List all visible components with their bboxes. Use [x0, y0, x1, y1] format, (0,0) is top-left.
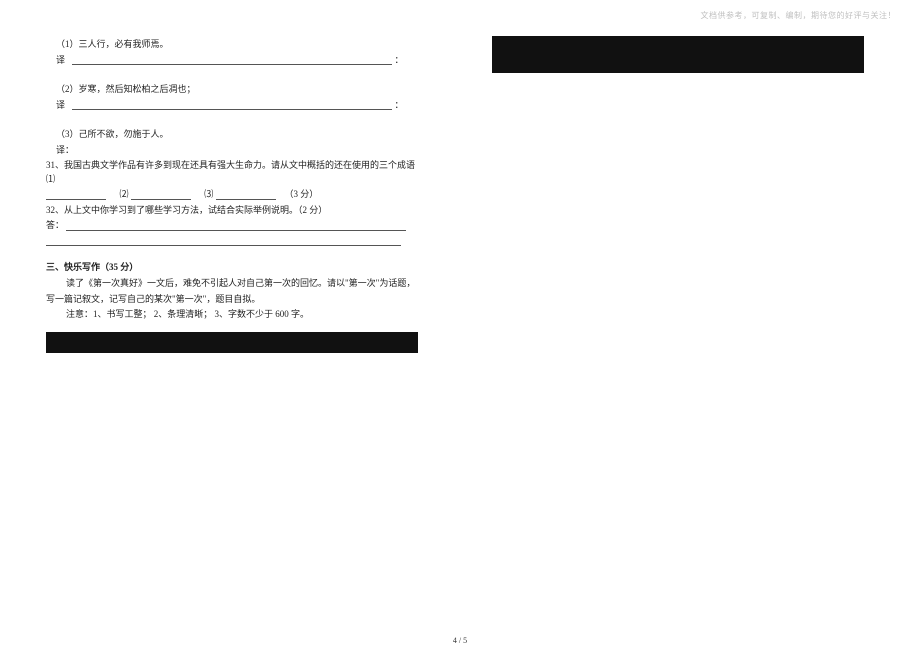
- blank-line[interactable]: [72, 100, 392, 110]
- q31-line-b: ⑵ ⑶ （3 分）: [46, 188, 418, 202]
- blank-idiom-3[interactable]: [216, 190, 276, 200]
- left-column: （1）三人行，必有我师焉。 译 ： （2）岁寒，然后知松柏之后凋也； 译 ： （…: [46, 36, 418, 353]
- manuscript-grid-left[interactable]: [46, 332, 418, 353]
- page-number: 4 / 5: [453, 636, 467, 645]
- q3-sentence: （3）己所不欲，勿施于人。: [46, 128, 418, 142]
- q32-line: 32、从上文中你学习到了哪些学习方法，试结合实际举例说明。（2 分）: [46, 204, 418, 218]
- q2-sentence: （2）岁寒，然后知松柏之后凋也；: [46, 83, 418, 97]
- q32-answer-row2: [46, 235, 418, 249]
- idiom-label-2: ⑵: [120, 189, 129, 199]
- left-manuscript-grid-wrap: [46, 332, 418, 353]
- colon: ：: [395, 55, 404, 65]
- translation-label: 译: [56, 54, 70, 68]
- blank-line[interactable]: [66, 221, 406, 231]
- essay-prompt-3: 注意：1、书写工整； 2、条理清晰； 3、字数不少于 600 字。: [46, 308, 418, 322]
- blank-line[interactable]: [72, 55, 392, 65]
- essay-prompt-2: 写一篇记叙文，记写自己的某次"第一次"，题目自拟。: [46, 293, 418, 307]
- q1-sentence: （1）三人行，必有我师焉。: [46, 38, 418, 52]
- q3-translation-row: 译：: [46, 144, 418, 158]
- colon: ：: [395, 100, 404, 110]
- right-column: [492, 36, 864, 73]
- q1-translation-row: 译 ：: [46, 54, 418, 68]
- blank-idiom-2[interactable]: [131, 190, 191, 200]
- q31-line-a: 31、我国古典文学作品有许多到现在还具有强大生命力。请从文中概括的还在使用的三个…: [46, 159, 418, 186]
- section-3-title: 三、快乐写作（35 分）: [46, 260, 418, 273]
- translation-label: 译：: [56, 145, 74, 155]
- blank-idiom-1[interactable]: [46, 190, 106, 200]
- essay-prompt-1: 读了《第一次真好》一文后，难免不引起人对自己第一次的回忆。请以"第一次"为话题，: [46, 277, 418, 291]
- watermark-text: 文档供参考，可复制、编制，期待您的好评与关注！: [701, 10, 897, 21]
- idiom-label-3: ⑶: [204, 189, 213, 199]
- answer-label: 答：: [46, 220, 64, 230]
- translation-label: 译: [56, 99, 70, 113]
- q32-answer-row1: 答：: [46, 219, 418, 233]
- q31-text: 31、我国古典文学作品有许多到现在还具有强大生命力。请从文中概括的还在使用的三个…: [46, 160, 415, 184]
- page: 文档供参考，可复制、编制，期待您的好评与关注！ （1）三人行，必有我师焉。 译 …: [0, 0, 920, 651]
- blank-line[interactable]: [46, 236, 401, 246]
- q31-points: （3 分）: [285, 189, 319, 199]
- q2-translation-row: 译 ：: [46, 99, 418, 113]
- manuscript-grid-right[interactable]: [492, 36, 864, 73]
